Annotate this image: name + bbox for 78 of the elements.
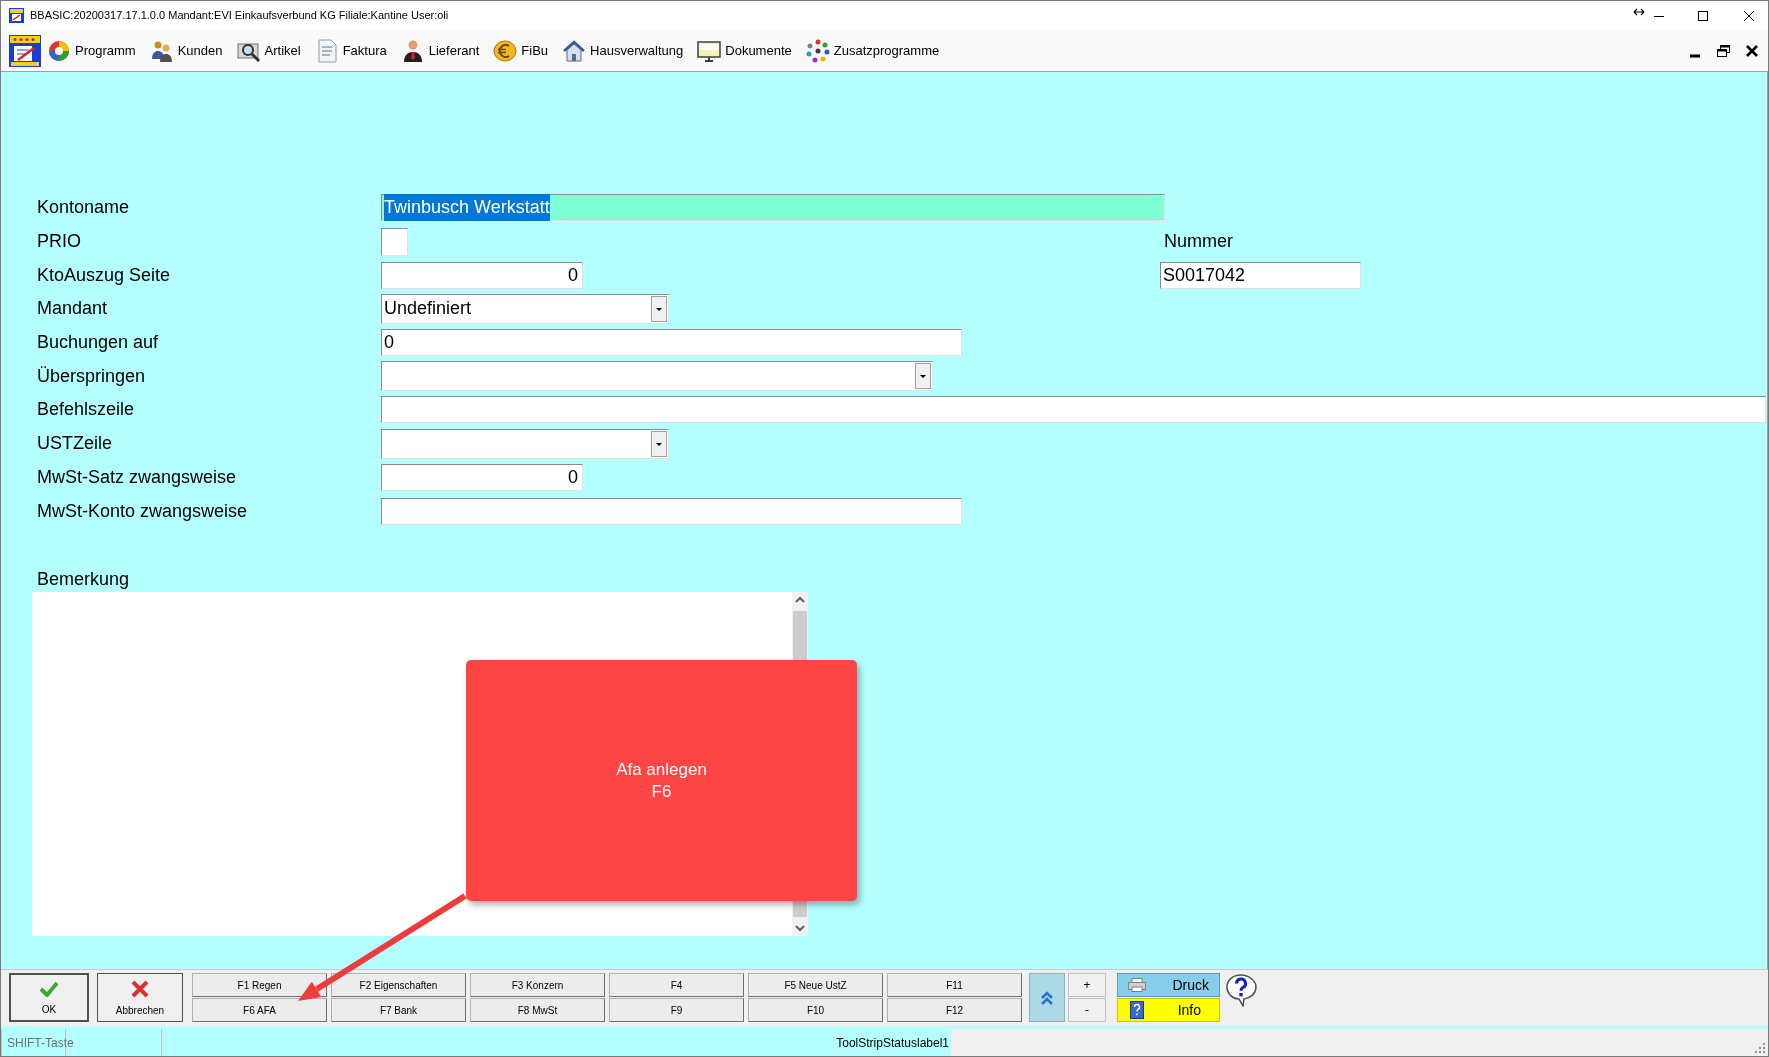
cancel-button[interactable]: Abbrechen xyxy=(97,973,183,1022)
field-label: Buchungen auf xyxy=(36,331,160,355)
help-bubble-icon[interactable] xyxy=(1225,973,1257,1007)
field-label: USTZeile xyxy=(36,432,113,456)
double-arrow-icon[interactable] xyxy=(1633,7,1645,16)
zoom-button[interactable]: + xyxy=(1068,973,1106,997)
menu-item[interactable]: Programm xyxy=(47,35,136,66)
app-logo-icon[interactable] xyxy=(9,34,41,67)
dropdown[interactable] xyxy=(381,428,669,459)
field-label: MwSt-Satz zwangsweise xyxy=(36,465,238,489)
status-text: SHIFT-Taste xyxy=(7,1034,74,1052)
printer-icon xyxy=(1128,978,1146,992)
monitor-icon xyxy=(697,38,722,63)
ok-button[interactable]: OK xyxy=(9,973,89,1022)
function-key-button[interactable]: F6 AFA xyxy=(192,998,327,1022)
menu-item[interactable]: Faktura xyxy=(314,35,387,66)
function-key-button[interactable]: F11 xyxy=(887,973,1022,997)
callout-text: Afa anlegen F6 xyxy=(616,758,707,803)
checkmark-icon xyxy=(39,981,59,997)
restore-icon[interactable] xyxy=(1717,44,1730,57)
field-label: Kontoname xyxy=(36,196,131,220)
caret-icon xyxy=(915,363,931,390)
function-key-button[interactable]: F8 MwSt xyxy=(470,998,605,1022)
number-field[interactable]: 0 xyxy=(381,463,583,491)
print-button[interactable]: Druck xyxy=(1117,973,1220,997)
text-field[interactable] xyxy=(381,497,962,525)
menu-item[interactable]: Zusatzprogramme xyxy=(805,35,940,66)
text-field[interactable]: 0 xyxy=(381,329,962,357)
dropdown[interactable]: Undefiniert xyxy=(381,293,669,324)
menu-item[interactable]: Hausverwaltung xyxy=(562,35,684,66)
function-key-button[interactable]: F12 xyxy=(887,998,1022,1022)
menu-item[interactable]: FiBu xyxy=(493,35,549,66)
dots-ring-icon xyxy=(805,38,830,63)
function-key-button[interactable]: F9 xyxy=(609,998,744,1022)
colorful-ball-icon xyxy=(47,38,71,63)
menu-item[interactable]: Dokumente xyxy=(697,35,792,66)
double-chevron-button[interactable] xyxy=(1029,973,1065,1022)
double-chevron-up-icon xyxy=(1040,989,1054,1006)
zoom-button[interactable]: - xyxy=(1068,998,1106,1022)
maximize-icon[interactable] xyxy=(1698,10,1708,21)
menu-item[interactable]: Artikel xyxy=(236,35,301,66)
euro-coin-icon xyxy=(493,38,518,63)
info-button[interactable]: Info xyxy=(1117,998,1220,1022)
caret-icon xyxy=(651,295,667,322)
minimize-icon[interactable] xyxy=(1690,53,1700,58)
menu-item[interactable]: Lieferant xyxy=(400,35,480,66)
close-icon[interactable] xyxy=(1746,44,1758,57)
field-label: PRIO xyxy=(36,230,82,254)
field-label: Mandant xyxy=(36,297,109,321)
dropdown[interactable] xyxy=(381,361,933,392)
text-field[interactable] xyxy=(381,396,1766,424)
status-label: ToolStripStatuslabel1 xyxy=(836,1034,949,1052)
function-key-button[interactable]: F10 xyxy=(748,998,883,1022)
field-label: Befehlszeile xyxy=(36,398,136,422)
field-label: Überspringen xyxy=(36,364,147,388)
field-label: Nummer xyxy=(1163,230,1233,254)
function-key-button[interactable]: F5 Neue UstZ xyxy=(748,973,883,997)
field-label: KtoAuszug Seite xyxy=(36,263,172,287)
function-key-button[interactable]: F4 xyxy=(609,973,744,997)
field-label: MwSt-Konto zwangsweise xyxy=(36,499,249,523)
number-field[interactable]: 0 xyxy=(381,261,583,289)
function-key-button[interactable]: F2 Eigenschaften xyxy=(331,973,466,997)
text-field[interactable]: S0017042 xyxy=(1160,261,1361,289)
field-label: Bemerkung xyxy=(36,567,130,591)
text-field[interactable]: Twinbusch Werkstatt xyxy=(381,194,1165,222)
menu-item[interactable]: Kunden xyxy=(149,35,223,66)
window-title: BBASIC:20200317.17.1.0.0 Mandant:EVI Einkaufsverbund KG Filiale:Kantine User:oli xyxy=(30,8,449,24)
function-key-button[interactable]: F1 Regen xyxy=(192,973,327,997)
function-key-button[interactable]: F7 Bank xyxy=(331,998,466,1022)
close-icon[interactable] xyxy=(1744,10,1754,21)
checkbox[interactable] xyxy=(381,227,408,256)
function-key-button[interactable]: F3 Konzern xyxy=(470,973,605,997)
house-icon xyxy=(562,38,587,63)
app-icon xyxy=(9,8,24,23)
caret-icon xyxy=(651,430,667,457)
help-book-icon xyxy=(1130,1001,1144,1019)
resize-grip-icon[interactable] xyxy=(1755,1043,1765,1053)
cross-icon xyxy=(131,980,149,998)
